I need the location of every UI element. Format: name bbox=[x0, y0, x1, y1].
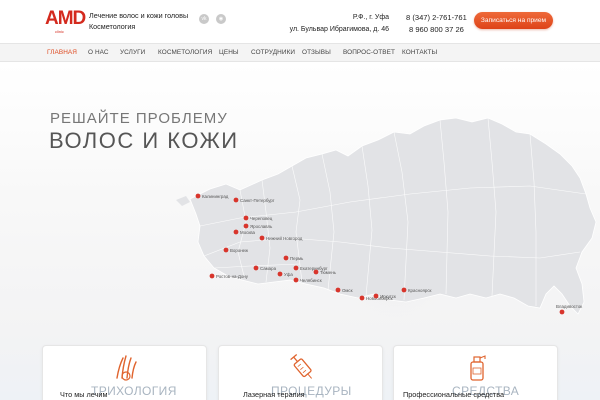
service-cards: ТРИХОЛОГИЯ Что мы лечим ПРОЦЕДУРЫ Лазерн… bbox=[0, 345, 600, 400]
address-street: ул. Бульвар Ибрагимова, д. 46 bbox=[289, 26, 389, 33]
city-label: Уфа bbox=[284, 272, 293, 277]
card-title-small: Лазерная терапия bbox=[243, 390, 305, 399]
nav-item-about[interactable]: О НАС bbox=[88, 49, 109, 56]
city-label: Иркутск bbox=[380, 294, 396, 299]
address: Р.Ф., г. Уфа ул. Бульвар Ибрагимова, д. … bbox=[290, 12, 389, 36]
nav-item-contacts[interactable]: КОНТАКТЫ bbox=[402, 49, 437, 56]
city-label: Москва bbox=[240, 230, 256, 235]
hair-follicle-icon bbox=[116, 355, 137, 381]
hero-title-line1: РЕШАЙТЕ ПРОБЛЕМУ bbox=[50, 110, 228, 127]
site-header: AMD clinic Лечение волос и кожи головы К… bbox=[0, 0, 600, 42]
service-card-trichology[interactable]: ТРИХОЛОГИЯ Что мы лечим bbox=[42, 345, 207, 400]
main-nav: ГЛАВНАЯ О НАС УСЛУГИ КОСМЕТОЛОГИЯ ЦЕНЫ С… bbox=[0, 43, 600, 62]
card-title-small: Что мы лечим bbox=[60, 390, 108, 399]
city-label: Нижний Новгород bbox=[266, 236, 303, 241]
kaliningrad-region bbox=[176, 196, 190, 206]
city-marker-irkutsk[interactable]: Иркутск bbox=[373, 293, 396, 299]
logo-subtext: clinic bbox=[55, 29, 64, 34]
nav-item-cosmetology[interactable]: КОСМЕТОЛОГИЯ bbox=[158, 49, 212, 56]
city-label: Владивосток bbox=[556, 304, 582, 309]
book-appointment-button[interactable]: Записаться на прием bbox=[474, 12, 553, 29]
vk-icon[interactable]: vk bbox=[199, 14, 209, 24]
service-card-procedures[interactable]: ПРОЦЕДУРЫ Лазерная терапия bbox=[218, 345, 383, 400]
city-label: Ярославль bbox=[250, 224, 273, 229]
nav-item-prices[interactable]: ЦЕНЫ bbox=[219, 49, 239, 56]
nav-item-services[interactable]: УСЛУГИ bbox=[120, 49, 145, 56]
clinic-logo[interactable]: AMD clinic bbox=[45, 9, 86, 39]
city-label: Санкт-Петербург bbox=[240, 198, 275, 203]
phones: 8 (347) 2-761-761 8 960 800 37 26 bbox=[406, 12, 467, 36]
city-label: Красноярск bbox=[408, 288, 432, 293]
nav-item-home[interactable]: ГЛАВНАЯ bbox=[47, 49, 77, 56]
syringe-icon bbox=[290, 353, 313, 379]
city-label: Челябинск bbox=[300, 278, 322, 283]
nav-item-reviews[interactable]: ОТЗЫВЫ bbox=[302, 49, 331, 56]
nav-item-faq[interactable]: ВОПРОС-ОТВЕТ bbox=[343, 49, 395, 56]
city-label: Ростов-на-Дону bbox=[216, 274, 249, 279]
tagline-line1: Лечение волос и кожи головы bbox=[89, 11, 189, 20]
city-marker-ufa[interactable]: Уфа bbox=[277, 271, 294, 277]
nav-item-staff[interactable]: СОТРУДНИКИ bbox=[251, 49, 295, 56]
city-label: Тюмень bbox=[320, 270, 337, 275]
city-label: Омск bbox=[342, 288, 353, 293]
city-label: Самара bbox=[260, 266, 277, 271]
city-marker-moscow[interactable]: Москва bbox=[233, 229, 256, 235]
logo-text: AMD bbox=[45, 8, 86, 29]
tagline: Лечение волос и кожи головы Косметология bbox=[89, 10, 199, 32]
city-marker-rostov[interactable]: Ростов-на-Дону bbox=[209, 273, 249, 279]
bottle-icon bbox=[470, 355, 486, 381]
tagline-line2: Косметология bbox=[89, 22, 136, 31]
city-label: Воронеж bbox=[230, 248, 248, 253]
city-marker-spb[interactable]: Санкт-Петербург bbox=[233, 197, 275, 203]
city-label: Пермь bbox=[290, 256, 304, 261]
address-city: Р.Ф., г. Уфа bbox=[352, 14, 389, 21]
city-marker-nizhny[interactable]: Нижний Новгород bbox=[259, 235, 303, 241]
phone-secondary[interactable]: 8 960 800 37 26 bbox=[406, 24, 467, 36]
city-label: Калининград bbox=[202, 194, 229, 199]
instagram-icon[interactable]: ◉ bbox=[216, 14, 226, 24]
city-marker-omsk[interactable]: Омск bbox=[335, 287, 353, 293]
phone-primary[interactable]: 8 (347) 2-761-761 bbox=[406, 12, 467, 24]
city-label: Череповец bbox=[250, 216, 273, 221]
hero-title-line2: ВОЛОС И КОЖИ bbox=[49, 128, 239, 153]
city-marker-perm[interactable]: Пермь bbox=[283, 255, 304, 261]
service-card-products[interactable]: СРЕДСТВА Профессиональные средства bbox=[393, 345, 558, 400]
card-title-small: Профессиональные средства bbox=[403, 390, 505, 399]
